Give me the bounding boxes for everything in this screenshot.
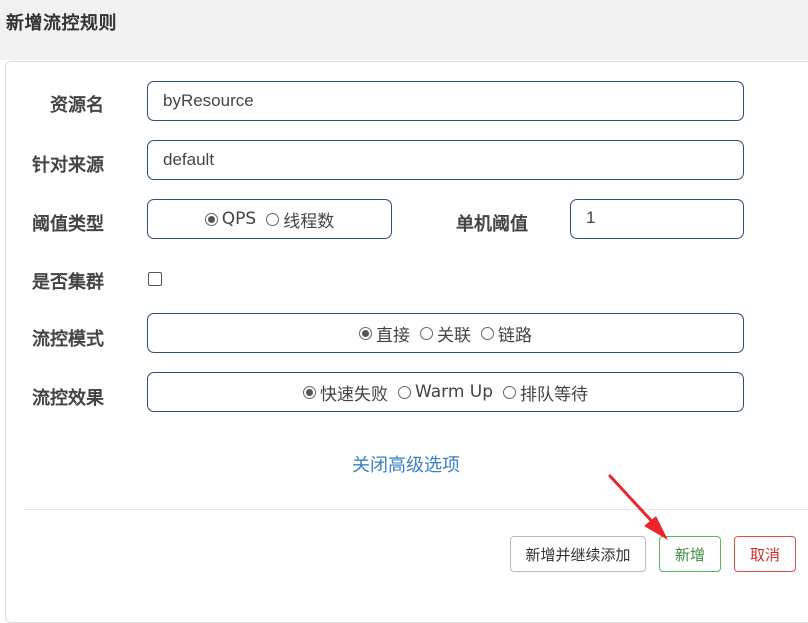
cluster-checkbox[interactable] [148,272,162,286]
radio-unchecked-icon[interactable] [420,326,433,340]
radio-unchecked-icon[interactable] [397,385,411,399]
grade-option-thread[interactable]: 线程数 [266,207,334,232]
threshold-label: 单机阈值 [456,214,528,235]
resource-input[interactable]: byResource [147,81,744,121]
strategy-radio-group: 直接 关联 链路 [147,313,744,353]
radio-unchecked-icon[interactable] [266,212,280,226]
dialog-title: 新增流控规则 [6,13,117,34]
control-behavior-label: 流控效果 [32,388,104,409]
red-arrow-icon [608,474,668,540]
limit-app-input[interactable]: default [147,140,744,180]
resource-label: 资源名 [50,95,104,116]
strategy-label: 流控模式 [32,329,104,350]
radio-checked-icon[interactable] [302,385,316,399]
cluster-label: 是否集群 [32,272,104,293]
radio-checked-icon[interactable] [359,326,372,340]
dialog-header: 新增流控规则 [0,0,808,60]
strategy-option-relate[interactable]: 关联 [420,321,471,346]
footer-divider [24,509,808,510]
threshold-input[interactable]: 1 [570,199,744,239]
threshold-value: 1 [586,208,596,227]
radio-unchecked-icon[interactable] [481,326,494,340]
strategy-option-chain[interactable]: 链路 [481,321,532,346]
grade-label: 阈值类型 [32,214,104,235]
strategy-option-direct[interactable]: 直接 [359,321,410,346]
limit-app-value: default [163,150,215,169]
grade-radio-group: QPS 线程数 [147,199,392,239]
radio-checked-icon[interactable] [204,212,218,226]
behavior-option-queue[interactable]: 排队等待 [503,380,588,405]
toggle-advanced-link[interactable]: 关闭高级选项 [352,451,460,477]
radio-unchecked-icon[interactable] [503,385,517,399]
resource-value: byResource [163,91,254,110]
behavior-option-warm-up[interactable]: Warm Up [397,382,493,402]
control-behavior-radio-group: 快速失败 Warm Up 排队等待 [147,372,744,412]
cancel-button[interactable]: 取消 [734,536,796,572]
limit-app-label: 针对来源 [32,155,104,176]
behavior-option-fast-fail[interactable]: 快速失败 [302,380,388,405]
grade-option-qps[interactable]: QPS [204,209,256,229]
